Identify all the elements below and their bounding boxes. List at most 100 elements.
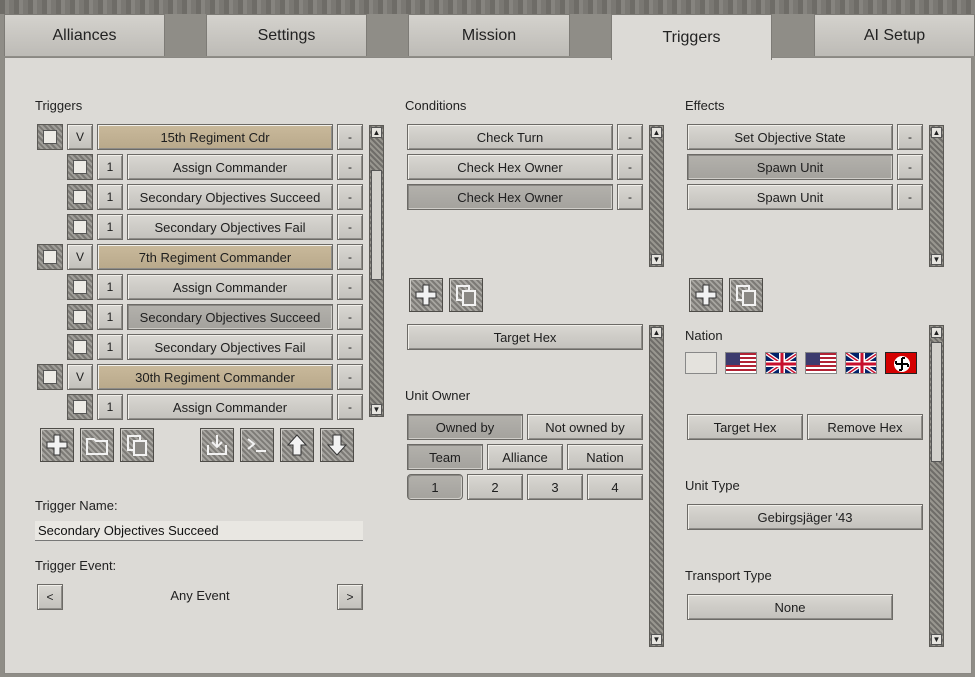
- scroll-up-icon[interactable]: ▲: [651, 127, 662, 138]
- trigger-count[interactable]: 1: [97, 394, 123, 420]
- trigger-group-toggle[interactable]: V: [67, 364, 93, 390]
- trigger-enable-checkbox[interactable]: [67, 154, 93, 180]
- trigger-enable-checkbox[interactable]: [67, 214, 93, 240]
- scroll-down-icon[interactable]: ▼: [651, 254, 662, 265]
- condition-target-hex-button[interactable]: Target Hex: [407, 324, 643, 350]
- effect-remove-button[interactable]: -: [897, 184, 923, 210]
- copy-trigger-button[interactable]: [120, 428, 154, 462]
- conditions-scrollbar[interactable]: ▲ ▼: [649, 125, 664, 267]
- scroll-thumb[interactable]: [931, 342, 942, 462]
- scroll-up-icon[interactable]: ▲: [371, 127, 382, 138]
- german-flag-icon[interactable]: [885, 352, 917, 374]
- team-2-button[interactable]: 2: [467, 474, 523, 500]
- trigger-enable-checkbox[interactable]: [67, 334, 93, 360]
- condition-remove-button[interactable]: -: [617, 154, 643, 180]
- team-1-button[interactable]: 1: [407, 474, 463, 500]
- trigger-enable-checkbox[interactable]: [67, 304, 93, 330]
- trigger-enable-checkbox[interactable]: [37, 124, 63, 150]
- trigger-name-field[interactable]: Secondary Objectives Succeed: [35, 521, 363, 541]
- add-trigger-button[interactable]: [40, 428, 74, 462]
- trigger-item[interactable]: Assign Commander: [127, 394, 333, 420]
- scroll-down-icon[interactable]: ▼: [931, 254, 942, 265]
- event-next-button[interactable]: >: [337, 584, 363, 610]
- uk-flag-icon[interactable]: [845, 352, 877, 374]
- event-prev-button[interactable]: <: [37, 584, 63, 610]
- trigger-count[interactable]: 1: [97, 274, 123, 300]
- add-condition-button[interactable]: [409, 278, 443, 312]
- tab-ai-setup[interactable]: AI Setup: [814, 14, 975, 56]
- scroll-thumb[interactable]: [371, 170, 382, 280]
- trigger-remove-button[interactable]: -: [337, 124, 363, 150]
- effect-remove-button[interactable]: -: [897, 124, 923, 150]
- remove-hex-button[interactable]: Remove Hex: [807, 414, 923, 440]
- effect-target-hex-button[interactable]: Target Hex: [687, 414, 803, 440]
- condition-remove-button[interactable]: -: [617, 124, 643, 150]
- trigger-remove-button[interactable]: -: [337, 394, 363, 420]
- us-flag-icon[interactable]: [805, 352, 837, 374]
- trigger-enable-checkbox[interactable]: [67, 274, 93, 300]
- trigger-group[interactable]: 15th Regiment Cdr: [97, 124, 333, 150]
- trigger-group-toggle[interactable]: V: [67, 124, 93, 150]
- trigger-item[interactable]: Secondary Objectives Fail: [127, 334, 333, 360]
- trigger-group-toggle[interactable]: V: [67, 244, 93, 270]
- trigger-item[interactable]: Secondary Objectives Fail: [127, 214, 333, 240]
- condition-item[interactable]: Check Turn: [407, 124, 613, 150]
- condition-item[interactable]: Check Hex Owner: [407, 184, 613, 210]
- condition-settings-scrollbar[interactable]: ▲ ▼: [649, 325, 664, 647]
- trigger-remove-button[interactable]: -: [337, 184, 363, 210]
- trigger-enable-checkbox[interactable]: [67, 394, 93, 420]
- effect-item[interactable]: Spawn Unit: [687, 154, 893, 180]
- trigger-item[interactable]: Assign Commander: [127, 274, 333, 300]
- unit-type-select[interactable]: Gebirgsjäger '43: [687, 504, 923, 530]
- trigger-count[interactable]: 1: [97, 334, 123, 360]
- trigger-item[interactable]: Secondary Objectives Succeed: [127, 304, 333, 330]
- trigger-group[interactable]: 30th Regiment Commander: [97, 364, 333, 390]
- trigger-enable-checkbox[interactable]: [67, 184, 93, 210]
- condition-item[interactable]: Check Hex Owner: [407, 154, 613, 180]
- team-button[interactable]: Team: [407, 444, 483, 470]
- uk-flag-icon[interactable]: [765, 352, 797, 374]
- effect-item[interactable]: Spawn Unit: [687, 184, 893, 210]
- not-owned-by-button[interactable]: Not owned by: [527, 414, 643, 440]
- trigger-count[interactable]: 1: [97, 154, 123, 180]
- trigger-list-scrollbar[interactable]: ▲ ▼: [369, 125, 384, 417]
- scroll-up-icon[interactable]: ▲: [931, 327, 942, 338]
- scroll-down-icon[interactable]: ▼: [371, 404, 382, 415]
- team-4-button[interactable]: 4: [587, 474, 643, 500]
- trigger-enable-checkbox[interactable]: [37, 364, 63, 390]
- trigger-remove-button[interactable]: -: [337, 304, 363, 330]
- tab-mission[interactable]: Mission: [408, 14, 570, 56]
- effect-item[interactable]: Set Objective State: [687, 124, 893, 150]
- trigger-remove-button[interactable]: -: [337, 154, 363, 180]
- effect-settings-scrollbar[interactable]: ▲ ▼: [929, 325, 944, 647]
- trigger-remove-button[interactable]: -: [337, 214, 363, 240]
- import-button[interactable]: [200, 428, 234, 462]
- add-effect-button[interactable]: [689, 278, 723, 312]
- trigger-remove-button[interactable]: -: [337, 274, 363, 300]
- trigger-remove-button[interactable]: -: [337, 364, 363, 390]
- condition-remove-button[interactable]: -: [617, 184, 643, 210]
- scroll-down-icon[interactable]: ▼: [651, 634, 662, 645]
- move-up-button[interactable]: [280, 428, 314, 462]
- tab-triggers[interactable]: Triggers: [611, 14, 772, 60]
- add-folder-button[interactable]: [80, 428, 114, 462]
- owned-by-button[interactable]: Owned by: [407, 414, 523, 440]
- copy-condition-button[interactable]: [449, 278, 483, 312]
- tab-settings[interactable]: Settings: [206, 14, 367, 56]
- trigger-enable-checkbox[interactable]: [37, 244, 63, 270]
- trigger-count[interactable]: 1: [97, 304, 123, 330]
- trigger-remove-button[interactable]: -: [337, 334, 363, 360]
- trigger-item[interactable]: Secondary Objectives Succeed: [127, 184, 333, 210]
- trigger-remove-button[interactable]: -: [337, 244, 363, 270]
- transport-type-select[interactable]: None: [687, 594, 893, 620]
- trigger-group[interactable]: 7th Regiment Commander: [97, 244, 333, 270]
- trigger-count[interactable]: 1: [97, 214, 123, 240]
- team-3-button[interactable]: 3: [527, 474, 583, 500]
- scroll-up-icon[interactable]: ▲: [651, 327, 662, 338]
- nation-button[interactable]: Nation: [567, 444, 643, 470]
- effect-remove-button[interactable]: -: [897, 154, 923, 180]
- scroll-up-icon[interactable]: ▲: [931, 127, 942, 138]
- copy-effect-button[interactable]: [729, 278, 763, 312]
- script-button[interactable]: [240, 428, 274, 462]
- move-down-button[interactable]: [320, 428, 354, 462]
